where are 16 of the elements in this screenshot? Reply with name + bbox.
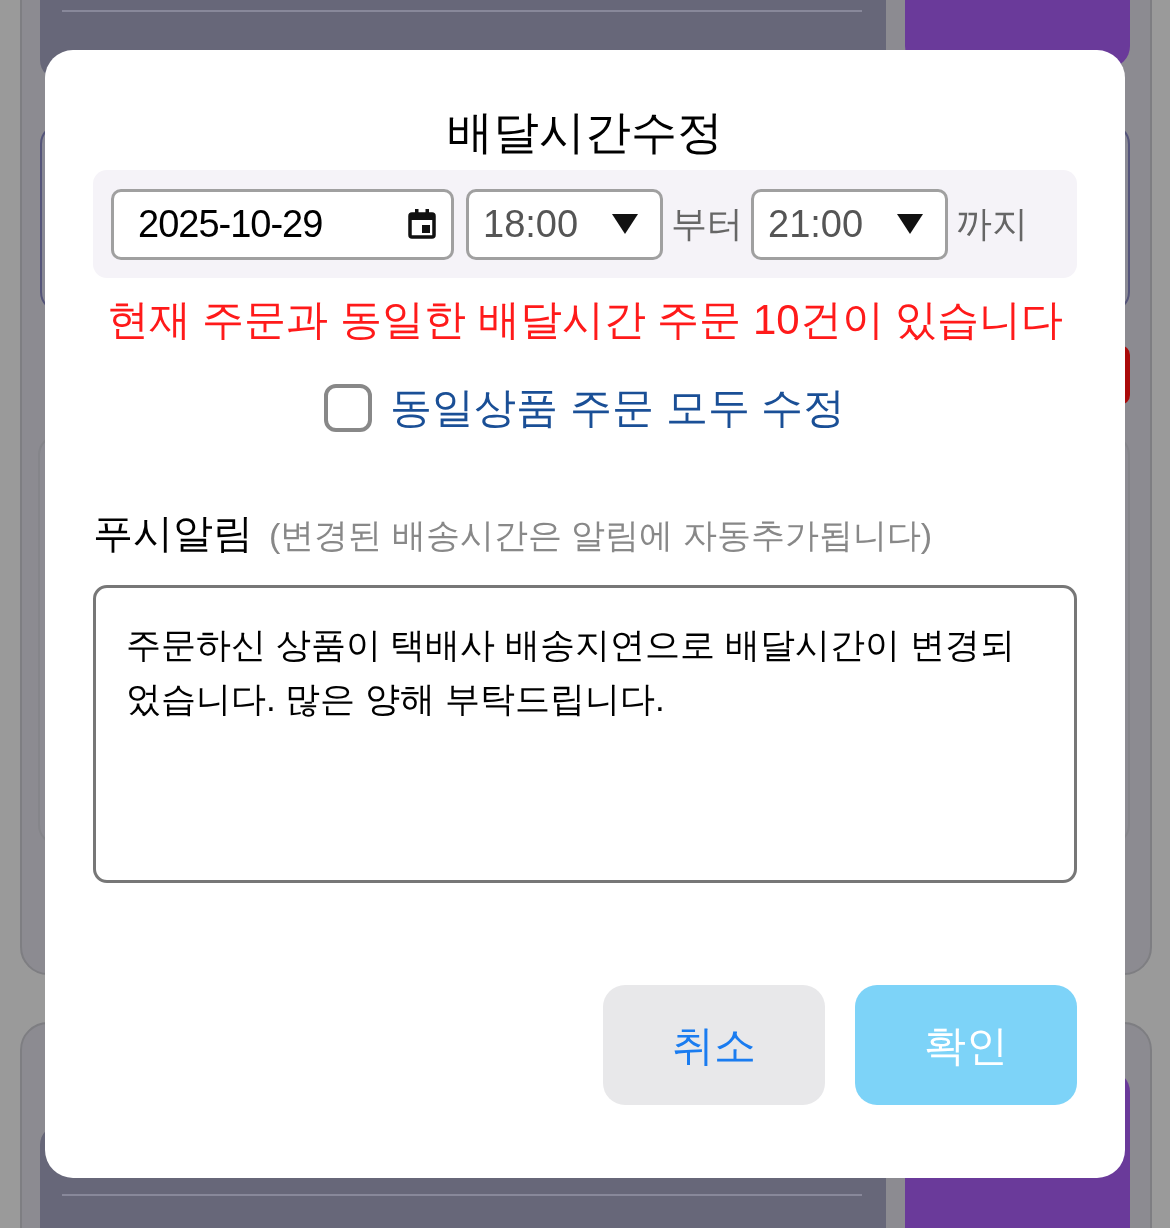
- warning-text: 현재 주문과 동일한 배달시간 주문 10건이 있습니다: [106, 295, 1064, 345]
- from-label: 부터: [671, 202, 743, 246]
- push-label: 푸시알림: [93, 510, 253, 557]
- checkbox[interactable]: [324, 383, 373, 432]
- end-time-select[interactable]: 21:00: [751, 188, 948, 260]
- date-field[interactable]: 2025-10-29: [111, 188, 454, 260]
- start-time-select[interactable]: 18:00: [466, 188, 663, 260]
- dialog-title: 배달시간수정: [447, 105, 723, 160]
- push-hint: (변경된 배송시간은 알림에 자동추가됩니다): [269, 515, 932, 556]
- apply-all-checkbox-row[interactable]: 동일상품 주문 모두 수정: [324, 376, 846, 439]
- calendar-icon: [407, 208, 437, 240]
- dropdown-arrow-icon: [612, 214, 638, 234]
- dropdown-arrow-icon: [897, 214, 923, 234]
- date-value: 2025-10-29: [138, 201, 324, 247]
- message-field[interactable]: 주문하신 상품이 택배사 배송지연으로 배달시간이 변경되었습니다. 많은 양해 부탁드립니다.: [93, 585, 1077, 883]
- until-label: 까지: [956, 202, 1028, 246]
